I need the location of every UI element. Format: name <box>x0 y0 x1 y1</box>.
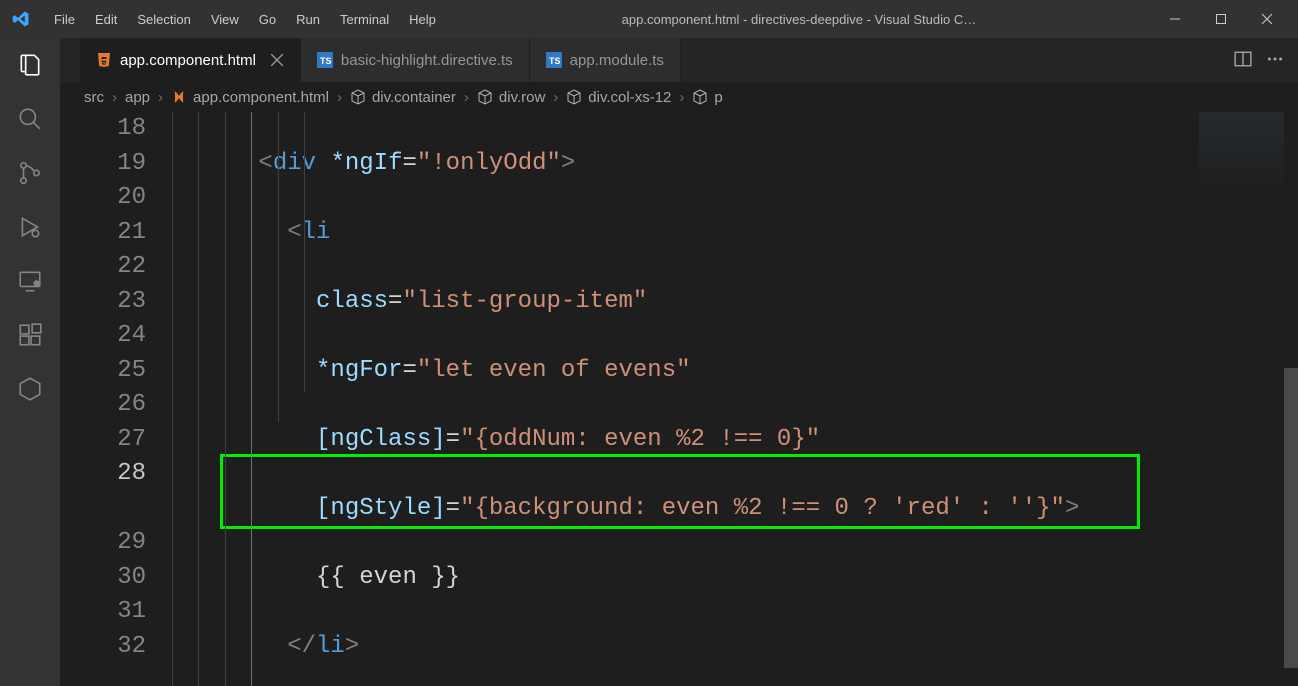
remote-icon[interactable] <box>15 266 45 296</box>
explorer-icon[interactable] <box>15 50 45 80</box>
breadcrumb-item[interactable]: div.col-xs-12 <box>588 89 671 106</box>
source-control-icon[interactable] <box>15 158 45 188</box>
cube-icon <box>350 89 366 105</box>
tab-app-module[interactable]: TS app.module.ts <box>530 38 681 82</box>
menu-view[interactable]: View <box>201 6 249 33</box>
breadcrumb-item[interactable]: app <box>125 89 150 106</box>
tabs-bar: app.component.html TS basic-highlight.di… <box>60 38 1298 82</box>
breadcrumb[interactable]: src› app› app.component.html› div.contai… <box>60 82 1298 112</box>
breadcrumb-item[interactable]: app.component.html <box>193 89 329 106</box>
tab-label: app.component.html <box>120 52 256 69</box>
extensions-icon[interactable] <box>15 320 45 350</box>
maximize-button[interactable] <box>1198 0 1244 38</box>
highlight-annotation <box>220 454 1140 529</box>
scrollbar-thumb[interactable] <box>1284 368 1298 668</box>
ts-file-icon: TS <box>317 52 333 68</box>
breadcrumb-item[interactable]: div.row <box>499 89 545 106</box>
indent-guides <box>172 112 316 686</box>
breadcrumb-item[interactable]: p <box>714 89 722 106</box>
tab-label: app.module.ts <box>570 52 664 69</box>
search-icon[interactable] <box>15 104 45 134</box>
tab-app-component-html[interactable]: app.component.html <box>80 38 301 82</box>
window-controls <box>1152 0 1290 38</box>
cube-icon <box>477 89 493 105</box>
menu-edit[interactable]: Edit <box>85 6 127 33</box>
menu-terminal[interactable]: Terminal <box>330 6 399 33</box>
menu-help[interactable]: Help <box>399 6 446 33</box>
tab-label: basic-highlight.directive.ts <box>341 52 513 69</box>
breadcrumb-item[interactable]: div.container <box>372 89 456 106</box>
menu-file[interactable]: File <box>44 6 85 33</box>
ts-file-icon: TS <box>546 52 562 68</box>
menu-run[interactable]: Run <box>286 6 330 33</box>
close-button[interactable] <box>1244 0 1290 38</box>
html-file-icon <box>96 52 112 68</box>
code-content[interactable]: <div *ngIf="!onlyOdd"> <li class="list-g… <box>172 112 1298 686</box>
more-actions-icon[interactable] <box>1266 50 1284 71</box>
cube-icon <box>692 89 708 105</box>
breadcrumb-item[interactable]: src <box>84 89 104 106</box>
svg-text:TS: TS <box>320 56 332 66</box>
line-numbers: 18192021222324252627 28 29303132 <box>60 112 172 686</box>
svg-text:TS: TS <box>549 56 561 66</box>
tab-basic-highlight[interactable]: TS basic-highlight.directive.ts <box>301 38 530 82</box>
editor-area: app.component.html TS basic-highlight.di… <box>60 38 1298 686</box>
code-editor[interactable]: 18192021222324252627 28 29303132 <div *n… <box>60 112 1298 686</box>
cube-icon <box>566 89 582 105</box>
html-file-icon <box>171 89 187 105</box>
menu-bar: File Edit Selection View Go Run Terminal… <box>44 6 446 33</box>
menu-go[interactable]: Go <box>249 6 286 33</box>
other-icon[interactable] <box>15 374 45 404</box>
activity-bar <box>0 38 60 686</box>
window-title: app.component.html - directives-deepdive… <box>454 12 1144 27</box>
minimize-button[interactable] <box>1152 0 1198 38</box>
title-bar: File Edit Selection View Go Run Terminal… <box>0 0 1298 38</box>
close-icon[interactable] <box>270 53 284 67</box>
split-editor-icon[interactable] <box>1234 50 1252 71</box>
scrollbar-track[interactable] <box>1284 112 1298 686</box>
menu-selection[interactable]: Selection <box>127 6 200 33</box>
run-debug-icon[interactable] <box>15 212 45 242</box>
vscode-logo-icon <box>12 10 30 28</box>
main-area: app.component.html TS basic-highlight.di… <box>0 38 1298 686</box>
